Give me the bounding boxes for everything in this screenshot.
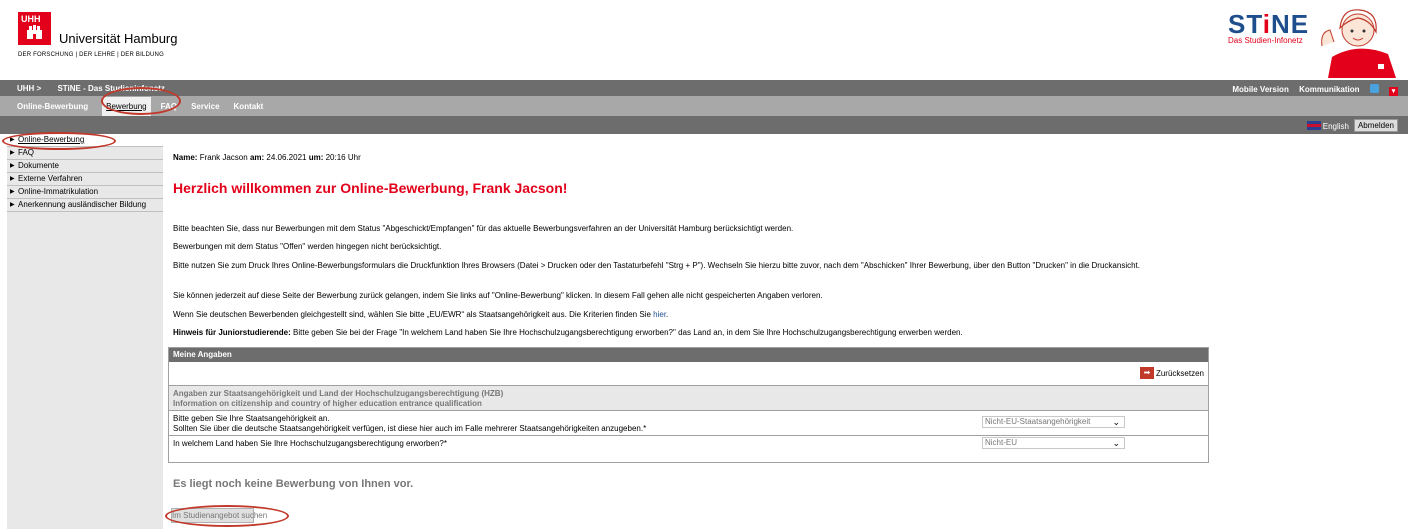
uk-flag-icon (1306, 121, 1321, 130)
no-application-message: Es liegt noch keine Bewerbung von Ihnen … (173, 478, 414, 490)
info-paragraph-print: Bitte nutzen Sie zum Druck Ihres Online-… (173, 261, 1140, 270)
communication-link[interactable]: Kommunikation (1299, 85, 1359, 94)
main-nav: Online-Bewerbung Bewerbung FAQ Service K… (0, 96, 1408, 116)
uhh-logo-box: UHH (18, 12, 51, 45)
uhh-logo-text: UHH (21, 14, 41, 24)
sidebar-item-label: FAQ (18, 148, 35, 157)
logout-button[interactable]: Abmelden (1353, 119, 1398, 132)
info-paragraph-junior: Hinweis für Juniorstudierende: Bitte geb… (173, 328, 963, 337)
language-switch[interactable]: English (1306, 121, 1349, 131)
section-heading-de: Angaben zur Staatsangehörigkeit und Land… (173, 389, 504, 398)
user-info-line: Name: Frank Jacson am: 24.06.2021 um: 20… (173, 153, 361, 162)
page-header: UHH Universität Hamburg DER FORSCHUNG | … (0, 0, 1408, 80)
nav-faq[interactable]: FAQ (161, 102, 177, 111)
sidebar-item-anerkennung[interactable]: ▶ Anerkennung ausländischer Bildung (7, 199, 163, 212)
citizenship-select-value: Nicht-EU-Staatsangehörigkeit (985, 417, 1091, 426)
castle-icon (27, 25, 42, 39)
form-toolbar: ➡ Zurücksetzen (169, 362, 1208, 386)
nav-online-bewerbung[interactable]: Online-Bewerbung (17, 102, 88, 111)
form-panel-heading: Meine Angaben (169, 348, 1208, 362)
top-bar-right: Mobile Version Kommunikation ▾ (1224, 84, 1398, 96)
caret-right-icon: ▶ (10, 137, 15, 143)
sidebar-item-externe-verfahren[interactable]: ▶ Externe Verfahren (7, 173, 163, 186)
caret-right-icon: ▶ (10, 202, 15, 208)
uni-name: Universität Hamburg (59, 31, 178, 46)
sidebar-item-label: Online-Immatrikulation (18, 187, 99, 196)
form-section-heading: Angaben zur Staatsangehörigkeit und Land… (169, 386, 1208, 411)
sidebar-item-online-immatrikulation[interactable]: ▶ Online-Immatrikulation (7, 186, 163, 199)
hzb-country-select-value: Nicht-EU (985, 438, 1018, 447)
form-panel: Meine Angaben ➡ Zurücksetzen Angaben zur … (168, 347, 1209, 463)
crumb-stine[interactable]: STiNE - Das Studieninfonetz (57, 84, 164, 93)
stine-title: STiNE (1228, 9, 1310, 39)
hzb-country-row: In welchem Land haben Sie Ihre Hochschul… (169, 436, 1208, 451)
crumb-uhh[interactable]: UHH > (17, 84, 41, 93)
stine-logo[interactable]: STiNE Das Studien-Infonetz (1228, 10, 1309, 45)
info-paragraph-eu: Wenn Sie deutschen Bewerbenden gleichges… (173, 310, 669, 319)
login-time: 20:16 Uhr (325, 153, 361, 162)
info-paragraph-status: Bitte beachten Sie, dass nur Bewerbungen… (173, 224, 794, 233)
arrow-right-icon: ➡ (1139, 367, 1154, 379)
top-bar: UHH > STiNE - Das Studieninfonetz Mobile… (0, 80, 1408, 96)
caret-right-icon: ▶ (10, 163, 15, 169)
caret-right-icon: ▶ (10, 189, 15, 195)
chevron-down-icon: ⌄ (1112, 438, 1120, 448)
nav-service[interactable]: Service (191, 102, 219, 111)
reset-label: Zurücksetzen (1155, 368, 1204, 378)
uni-tagline: DER FORSCHUNG | DER LEHRE | DER BILDUNG (18, 52, 164, 58)
chevron-down-icon: ⌄ (1112, 417, 1120, 427)
sidebar-item-label: Externe Verfahren (18, 174, 83, 183)
sidebar: ▶ Online-Bewerbung ▶ FAQ ▶ Dokumente ▶ Exter… (7, 134, 163, 529)
info-paragraph-open: Bewerbungen mit dem Status "Offen" werde… (173, 242, 442, 251)
criteria-link[interactable]: hier (653, 310, 666, 319)
language-label: English (1322, 122, 1349, 131)
stine-mascot-image (1321, 9, 1396, 78)
breadcrumb: UHH > STiNE - Das Studieninfonetz (17, 84, 179, 93)
page-title: Herzlich willkommen zur Online-Bewerbung… (173, 180, 568, 196)
section-heading-en: Information on citizenship and country o… (173, 399, 482, 408)
stine-subtitle: Das Studien-Infonetz (1228, 36, 1303, 45)
reset-button[interactable]: ➡ Zurücksetzen (1139, 367, 1204, 379)
caret-right-icon: ▶ (10, 176, 15, 182)
login-date: 24.06.2021 (266, 153, 307, 162)
citizenship-row: Bitte geben Sie Ihre Staatsangehörigkeit… (169, 411, 1208, 436)
caret-right-icon: ▶ (10, 150, 15, 156)
sidebar-item-label: Online-Bewerbung (18, 135, 85, 144)
info-paragraph-return: Sie können jederzeit auf diese Seite der… (173, 291, 823, 300)
twitter-icon[interactable] (1369, 84, 1379, 93)
citizenship-select[interactable]: Nicht-EU-Staatsangehörigkeit ⌄ (982, 416, 1125, 428)
mobile-version-link[interactable]: Mobile Version (1232, 85, 1288, 94)
hzb-country-select[interactable]: Nicht-EU ⌄ (982, 437, 1125, 449)
sidebar-item-online-bewerbung[interactable]: ▶ Online-Bewerbung (7, 134, 163, 147)
nav-kontakt[interactable]: Kontakt (234, 102, 264, 111)
sidebar-item-label: Anerkennung ausländischer Bildung (18, 200, 147, 209)
sidebar-item-dokumente[interactable]: ▶ Dokumente (7, 160, 163, 173)
nav-bewerbung[interactable]: Bewerbung (102, 96, 151, 116)
utility-bar: English Abmelden (0, 116, 1408, 134)
search-program-button[interactable]: Im Studienangebot suchen (171, 508, 267, 523)
chevron-down-icon[interactable]: ▾ (1389, 87, 1398, 96)
sidebar-item-faq[interactable]: ▶ FAQ (7, 147, 163, 160)
sidebar-item-label: Dokumente (18, 161, 59, 170)
user-name: Frank Jacson (199, 153, 248, 162)
